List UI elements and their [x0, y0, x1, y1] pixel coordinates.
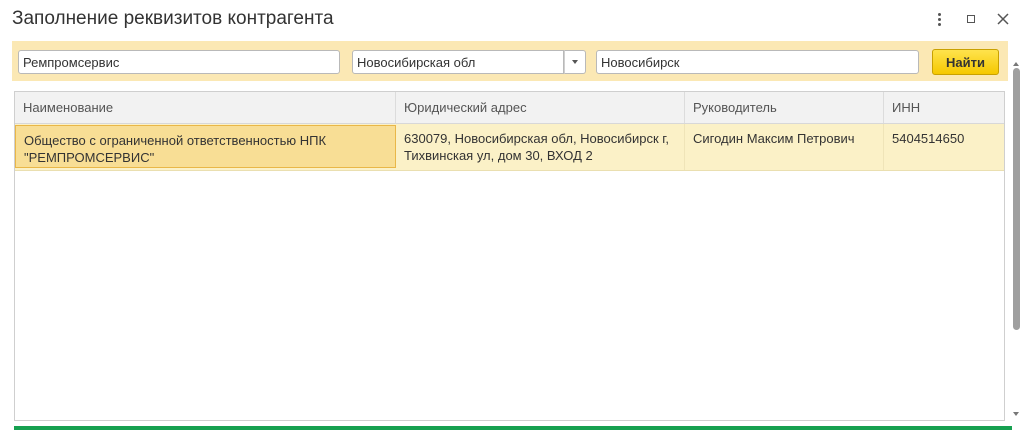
cell-inn[interactable]: 5404514650	[884, 124, 1004, 170]
column-header-name[interactable]: Наименование	[15, 92, 396, 123]
window-title: Заполнение реквизитов контрагента	[12, 8, 334, 29]
vertical-scrollbar[interactable]	[1012, 62, 1021, 420]
column-header-director[interactable]: Руководитель	[685, 92, 884, 123]
cell-director[interactable]: Сигодин Максим Петрович	[685, 124, 884, 170]
column-header-inn[interactable]: ИНН	[884, 92, 1004, 123]
cell-address[interactable]: 630079, Новосибирская обл, Новосибирск г…	[396, 124, 685, 170]
scroll-down-icon[interactable]	[1013, 412, 1019, 416]
city-search-input[interactable]	[596, 50, 919, 74]
window-titlebar: Заполнение реквизитов контрагента	[0, 0, 1024, 38]
chevron-down-icon	[572, 60, 578, 64]
cell-name[interactable]: Общество с ограниченной ответственностью…	[15, 125, 396, 168]
region-select[interactable]	[352, 50, 564, 74]
results-table: Наименование Юридический адрес Руководит…	[14, 91, 1005, 421]
scrollbar-thumb[interactable]	[1013, 68, 1020, 330]
scroll-up-icon[interactable]	[1013, 62, 1019, 66]
status-progress-line	[14, 426, 1012, 430]
table-row[interactable]: Общество с ограниченной ответственностью…	[15, 124, 1004, 171]
maximize-icon[interactable]	[960, 8, 982, 30]
name-search-input[interactable]	[18, 50, 340, 74]
region-dropdown-button[interactable]	[564, 50, 586, 74]
column-header-address[interactable]: Юридический адрес	[396, 92, 685, 123]
table-header: Наименование Юридический адрес Руководит…	[15, 92, 1004, 124]
more-vertical-icon[interactable]	[928, 8, 950, 30]
search-panel: Найти	[12, 41, 1008, 81]
close-icon[interactable]	[992, 8, 1014, 30]
find-button[interactable]: Найти	[932, 49, 999, 75]
